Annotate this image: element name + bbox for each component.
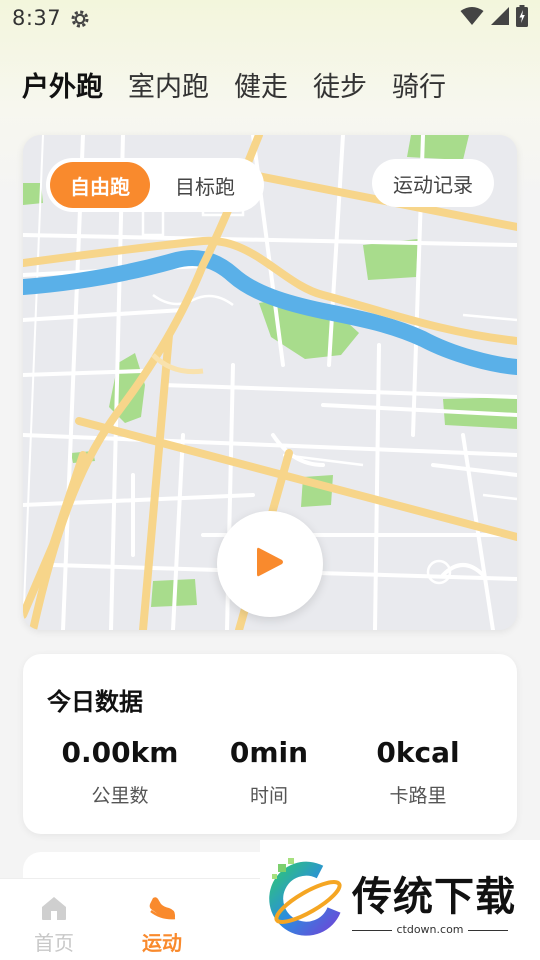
status-icons (460, 5, 528, 31)
tab-cycling[interactable]: 骑行 (392, 65, 446, 104)
stat-duration-value: 0min (229, 736, 309, 769)
target-run-button[interactable]: 目标跑 (150, 162, 260, 208)
battery-icon (516, 5, 528, 31)
tab-outdoor-run[interactable]: 户外跑 (22, 65, 103, 104)
stat-duration: 0min 时间 (184, 736, 354, 808)
stat-distance-label: 公里数 (91, 785, 149, 807)
workout-record-button[interactable]: 运动记录 (372, 159, 494, 207)
tab-walk[interactable]: 健走 (234, 65, 288, 104)
run-mode-switch: 自由跑 目标跑 (46, 158, 264, 212)
watermark-rule-right (468, 930, 508, 931)
wifi-icon (460, 6, 484, 30)
watermark-logo (268, 858, 348, 944)
sport-type-tabs: 户外跑 室内跑 健走 徒步 骑行 (22, 64, 471, 104)
watermark: 传统下载 ctdown.com (260, 840, 540, 960)
shoe-icon (122, 893, 202, 923)
stat-calories-value: 0kcal (376, 736, 460, 769)
today-stats-card: 今日数据 0.00km 公里数 0min 时间 0kcal 卡路里 (23, 654, 517, 834)
free-run-button[interactable]: 自由跑 (50, 162, 150, 208)
nav-home-label: 首页 (34, 931, 74, 955)
nav-sport[interactable]: 运动 (122, 893, 202, 956)
stat-calories-label: 卡路里 (389, 785, 447, 807)
tab-hike[interactable]: 徒步 (313, 65, 367, 104)
nav-home[interactable]: 首页 (14, 893, 94, 956)
watermark-text: 传统下载 (352, 874, 516, 920)
signal-icon (490, 6, 510, 30)
start-button[interactable] (217, 511, 323, 617)
map-card[interactable]: 自由跑 目标跑 运动记录 (23, 135, 517, 630)
tab-indoor-run[interactable]: 室内跑 (128, 65, 209, 104)
stat-calories: 0kcal 卡路里 (333, 736, 503, 808)
stat-distance-value: 0.00km (61, 736, 179, 769)
nav-sport-label: 运动 (142, 931, 182, 955)
stats-title: 今日数据 (47, 688, 143, 716)
settings-gear-icon (70, 9, 90, 29)
status-time: 8:37 (12, 6, 62, 30)
status-bar: 8:37 (0, 0, 540, 38)
stat-duration-label: 时间 (249, 785, 288, 807)
home-icon (14, 893, 94, 923)
play-icon (255, 545, 285, 583)
stat-distance: 0.00km 公里数 (35, 736, 205, 808)
